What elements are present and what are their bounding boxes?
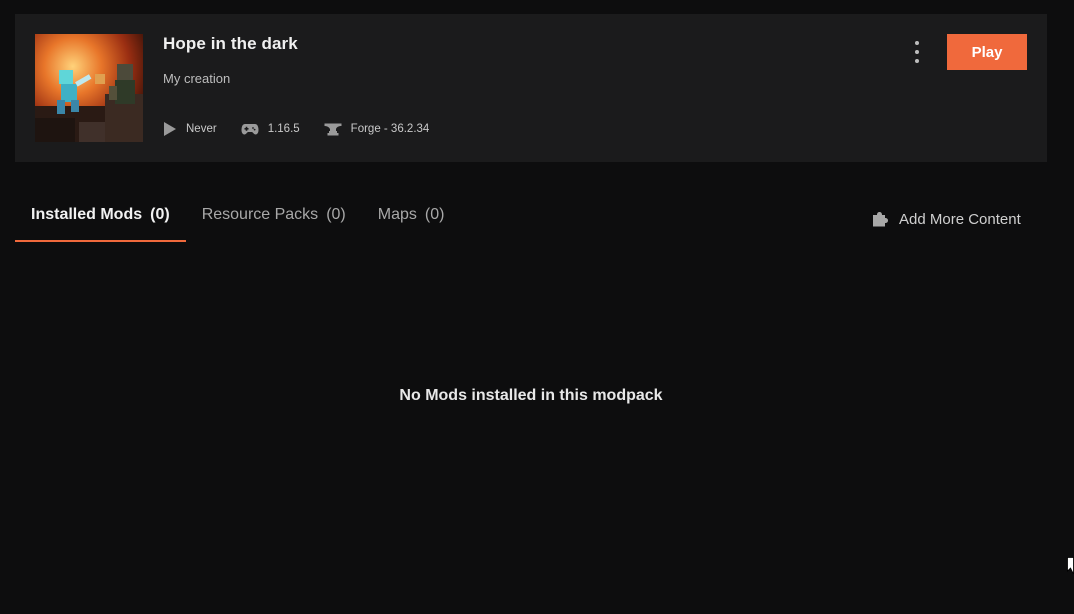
- loader-info: Forge - 36.2.34: [324, 122, 430, 136]
- tab-maps[interactable]: Maps (0): [362, 194, 461, 242]
- last-played-value: Never: [186, 123, 217, 135]
- tab-resource-packs[interactable]: Resource Packs (0): [186, 194, 362, 242]
- tab-count: (0): [326, 206, 346, 223]
- menu-dot: [915, 41, 919, 45]
- tab-count: (0): [150, 206, 170, 223]
- add-more-content-label: Add More Content: [899, 210, 1021, 228]
- modpack-header-card: Hope in the dark My creation Never 1.16.…: [15, 14, 1047, 162]
- tab-label: Maps: [377, 206, 417, 223]
- tab-label: Resource Packs: [201, 206, 319, 223]
- modpack-title: Hope in the dark: [163, 34, 298, 53]
- add-more-content-button[interactable]: Add More Content: [871, 209, 1021, 229]
- puzzle-piece-icon: [873, 212, 888, 227]
- menu-dot: [915, 50, 919, 54]
- tab-installed-mods[interactable]: Installed Mods (0): [15, 194, 186, 242]
- content-tabs: Installed Mods (0) Resource Packs (0) Ma…: [15, 194, 460, 242]
- play-button[interactable]: Play: [947, 34, 1027, 70]
- modpack-meta-row: Never 1.16.5 Forge - 36.2.34: [163, 120, 453, 138]
- gamepad-icon: [241, 124, 259, 135]
- last-played-info: Never: [163, 121, 217, 137]
- mc-version-value: 1.16.5: [267, 123, 300, 135]
- empty-state-message: No Mods installed in this modpack: [399, 387, 663, 404]
- mc-version-info: 1.16.5: [241, 122, 300, 136]
- tab-label: Installed Mods: [31, 206, 143, 223]
- mouse-cursor-icon: [1067, 557, 1074, 575]
- more-options-icon[interactable]: [909, 38, 925, 66]
- play-triangle-icon: [164, 122, 176, 136]
- anvil-icon: [324, 123, 342, 136]
- menu-dot: [915, 59, 919, 63]
- modpack-thumbnail: [35, 34, 143, 142]
- modpack-subtitle: My creation: [163, 71, 231, 86]
- loader-value: Forge - 36.2.34: [350, 123, 430, 135]
- tab-count: (0): [424, 206, 445, 223]
